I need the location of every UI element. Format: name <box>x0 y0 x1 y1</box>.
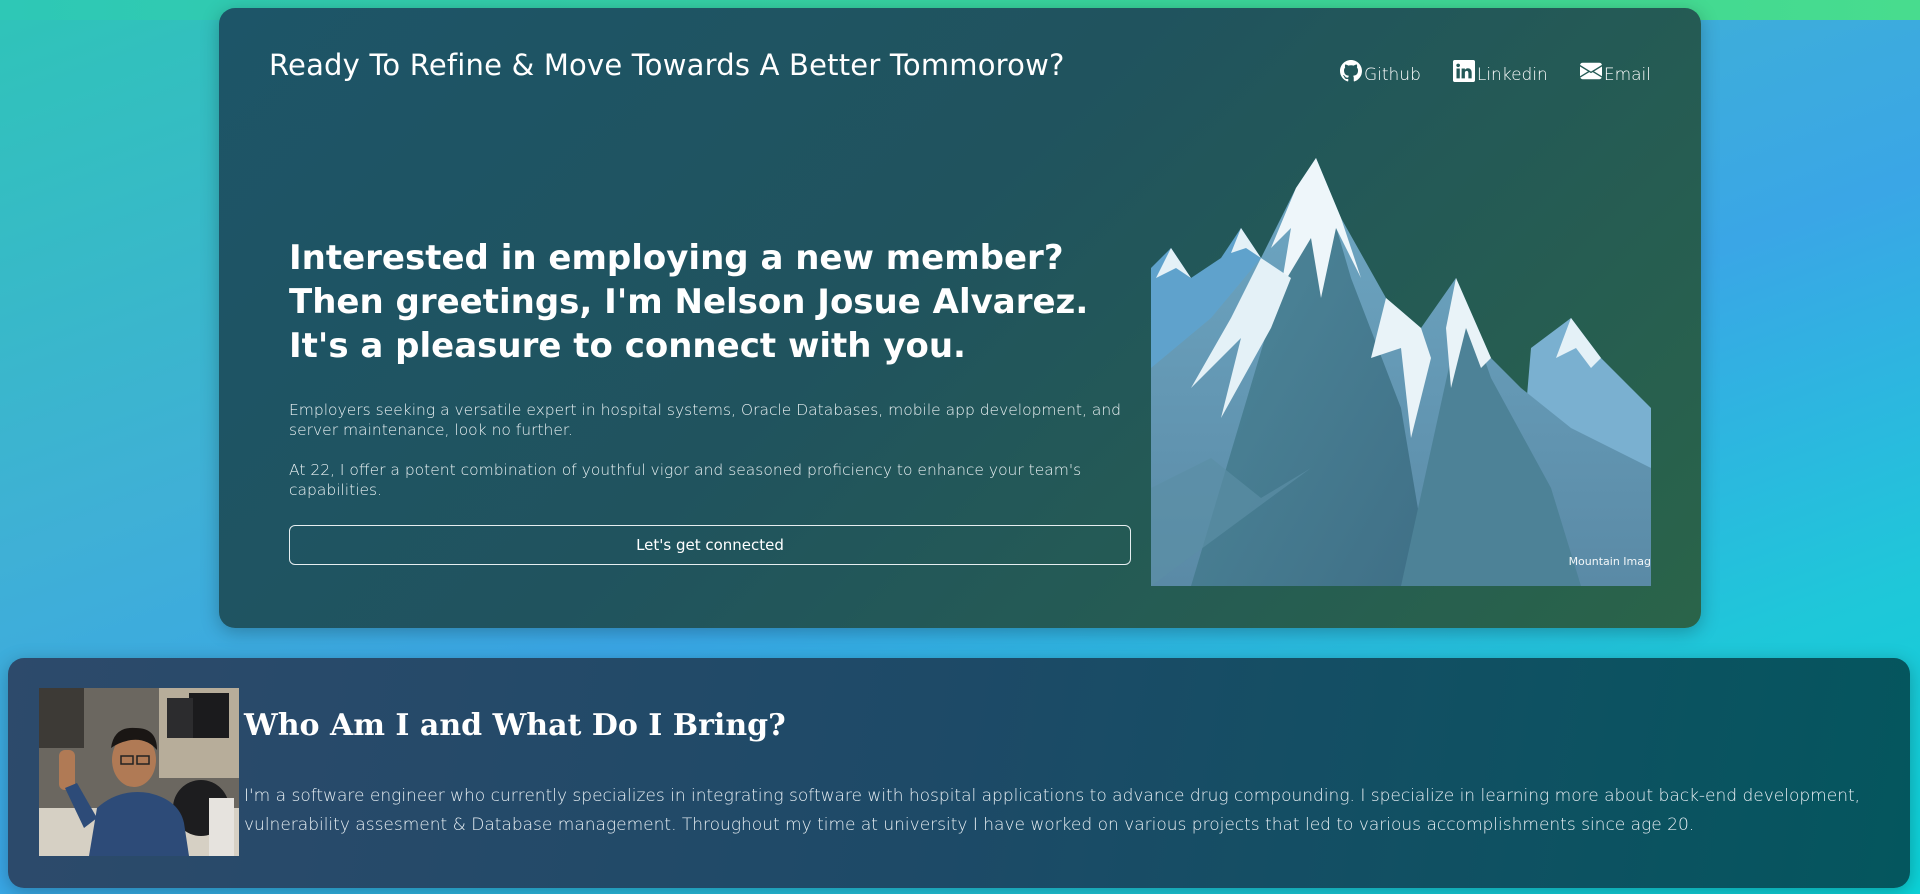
linkedin-icon <box>1452 60 1475 82</box>
linkedin-link[interactable]: Linkedin <box>1452 60 1548 85</box>
profile-photo-illustration <box>39 688 239 856</box>
linkedin-label: Linkedin <box>1476 65 1548 85</box>
lets-get-connected-button[interactable]: Let's get connected <box>289 525 1131 565</box>
hero-paragraph-1: Employers seeking a versatile expert in … <box>289 401 1121 439</box>
mountain-illustration <box>1151 158 1651 586</box>
profile-photo <box>39 688 239 856</box>
github-icon <box>1339 60 1362 82</box>
about-card: Who Am I and What Do I Bring? I'm a soft… <box>8 658 1910 888</box>
headline-line-2: Then greetings, I'm Nelson Josue Alvarez… <box>289 282 1089 366</box>
mountain-image-caption: Mountain Imag <box>1568 555 1651 568</box>
about-title: Who Am I and What Do I Bring? <box>244 708 786 743</box>
about-text: I'm a software engineer who currently sp… <box>244 786 1861 835</box>
hero-card: Ready To Refine & Move Towards A Better … <box>219 8 1701 628</box>
hero-paragraph-2: At 22, I offer a potent combination of y… <box>289 461 1082 499</box>
github-link[interactable]: Github <box>1339 60 1421 85</box>
mountain-image: Mountain Imag <box>1151 158 1651 586</box>
social-links: Github Linkedin Email <box>1339 60 1651 85</box>
email-icon <box>1579 62 1602 80</box>
headline-line-1: Interested in employing a new member? <box>289 238 1064 278</box>
site-title: Ready To Refine & Move Towards A Better … <box>269 48 1065 82</box>
email-link[interactable]: Email <box>1579 60 1651 85</box>
hero-headline: Interested in employing a new member? Th… <box>289 236 1149 368</box>
email-label: Email <box>1603 65 1651 85</box>
github-label: Github <box>1363 65 1421 85</box>
